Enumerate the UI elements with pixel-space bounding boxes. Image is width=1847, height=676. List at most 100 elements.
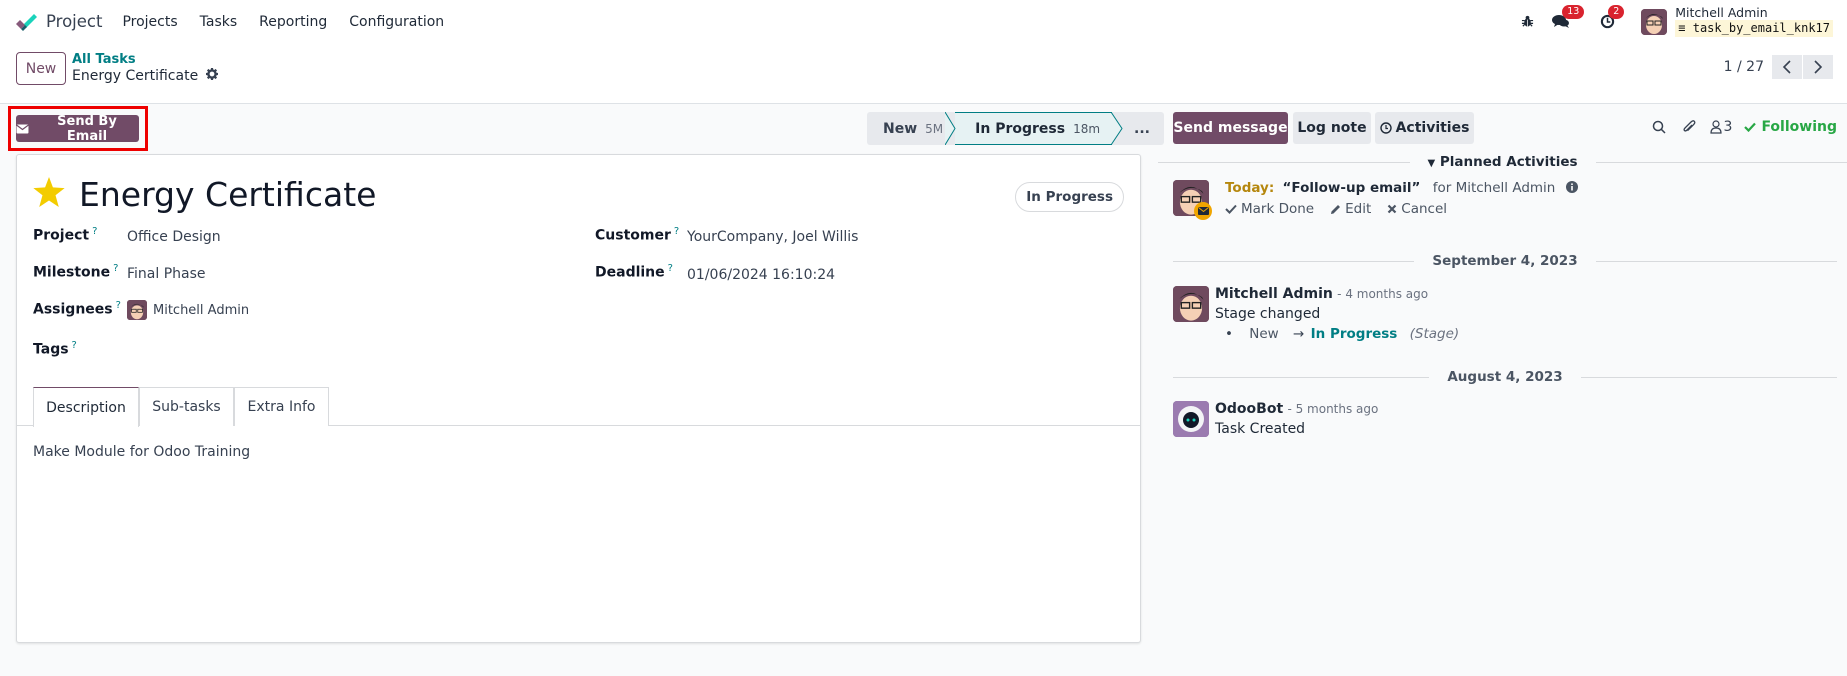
top-navbar: Project Projects Tasks Reporting Configu…: [0, 0, 1847, 43]
caret-down-icon: ▼: [1427, 158, 1436, 169]
check-icon: [1225, 204, 1237, 214]
stage-name: In Progress: [975, 120, 1066, 137]
help-icon[interactable]: ?: [668, 263, 673, 274]
odoobot-avatar[interactable]: [1173, 401, 1209, 437]
app-brand[interactable]: Project: [14, 12, 122, 32]
tags-input[interactable]: [127, 342, 527, 362]
following-label: Following: [1761, 119, 1837, 135]
date-separator: September 4, 2023: [1158, 251, 1847, 271]
deadline-label: Deadline?: [595, 263, 673, 281]
activities-label: Activities: [1395, 120, 1470, 136]
stage-duration: 18m: [1073, 121, 1101, 136]
database-name: ≡ task_by_email_knk17: [1675, 20, 1833, 37]
pager-value[interactable]: 1 / 27: [1724, 59, 1764, 75]
activity-name: “Follow-up email”: [1282, 180, 1421, 196]
log-note-button[interactable]: Log note: [1293, 112, 1371, 144]
activities-button[interactable]: Activities: [1375, 112, 1474, 144]
clock-icon: [1379, 122, 1392, 134]
tab-description[interactable]: Description: [33, 387, 139, 427]
tracking-field-name: (Stage): [1409, 326, 1460, 342]
tags-label: Tags?: [33, 340, 77, 358]
messaging-menu[interactable]: 13: [1552, 5, 1585, 29]
email-activity-icon: [1194, 202, 1212, 220]
following-button[interactable]: Following: [1744, 119, 1837, 135]
pager-previous-button[interactable]: [1772, 55, 1802, 79]
activity-assignee: for Mitchell Admin: [1432, 180, 1556, 196]
description-content[interactable]: Make Module for Odoo Training: [33, 444, 250, 460]
menu-reporting[interactable]: Reporting: [259, 14, 327, 30]
field-deadline: Deadline?: [595, 263, 673, 281]
followers-count: 3: [1723, 119, 1733, 135]
menu-projects[interactable]: Projects: [122, 14, 177, 30]
field-tags: Tags?: [33, 340, 77, 358]
edit-activity-button[interactable]: Edit: [1330, 201, 1371, 217]
customer-label: Customer?: [595, 226, 680, 244]
paperclip-icon: [1682, 120, 1695, 132]
send-by-email-button[interactable]: Send By Email: [16, 113, 139, 144]
message-date: - 4 months ago: [1337, 287, 1429, 301]
field-project: Project?: [33, 226, 97, 244]
project-label: Project?: [33, 226, 98, 244]
deadline-value[interactable]: 01/06/2024 16:10:24: [687, 267, 835, 283]
task-state-button[interactable]: In Progress: [1015, 182, 1124, 212]
search-messages-button[interactable]: [1652, 120, 1666, 134]
message-author[interactable]: Mitchell Admin: [1215, 286, 1333, 302]
message-author[interactable]: OdooBot: [1215, 401, 1283, 417]
messages-count-badge: 13: [1562, 5, 1585, 19]
control-panel: New All Tasks Energy Certificate 1 / 27: [0, 43, 1847, 104]
activity-menu[interactable]: 2: [1600, 5, 1625, 29]
planned-activities-separator[interactable]: ▼ Planned Activities: [1158, 152, 1847, 172]
database-icon: ≡: [1678, 21, 1686, 35]
followers-button[interactable]: 3: [1709, 119, 1733, 135]
user-icon: [1709, 120, 1722, 134]
activity-due: Today:: [1225, 180, 1275, 196]
stage-statusbar: New 5M In Progress 18m ...: [867, 112, 1165, 145]
planned-activities-toggle[interactable]: ▼ Planned Activities: [1410, 154, 1596, 170]
app-name[interactable]: Project: [46, 12, 102, 31]
pager-next-button[interactable]: [1803, 55, 1833, 79]
gear-icon[interactable]: [206, 68, 219, 84]
project-value[interactable]: Office Design: [127, 229, 221, 245]
task-title[interactable]: Energy Certificate: [79, 175, 376, 214]
assignee-avatar: [127, 300, 147, 320]
breadcrumb-all-tasks[interactable]: All Tasks: [72, 52, 136, 67]
info-icon[interactable]: [1565, 180, 1578, 196]
help-icon[interactable]: ?: [674, 226, 679, 237]
help-icon[interactable]: ?: [72, 340, 77, 351]
stage-in-progress[interactable]: In Progress 18m: [945, 112, 1123, 145]
arrow-right-icon: →: [1293, 326, 1305, 342]
tracking-old-value: New: [1249, 326, 1279, 342]
help-icon[interactable]: ?: [116, 300, 121, 311]
tab-extra-info[interactable]: Extra Info: [234, 387, 329, 426]
pager: 1 / 27: [1724, 55, 1833, 79]
cancel-activity-button[interactable]: Cancel: [1387, 201, 1447, 217]
chatter: Send message Log note Activities 3 Follo…: [1158, 104, 1847, 676]
chevron-left-icon: [1782, 60, 1791, 74]
send-message-button[interactable]: Send message: [1173, 112, 1288, 144]
assignee-tag[interactable]: Mitchell Admin: [127, 300, 249, 320]
date-label: August 4, 2023: [1447, 369, 1563, 385]
milestone-value[interactable]: Final Phase: [127, 266, 206, 282]
send-by-email-label: Send By Email: [57, 113, 117, 144]
mark-done-button[interactable]: Mark Done: [1225, 201, 1314, 217]
attachments-button[interactable]: [1682, 119, 1696, 135]
user-menu[interactable]: Mitchell Admin ≡ task_by_email_knk17: [1641, 6, 1833, 37]
date-label: September 4, 2023: [1432, 253, 1578, 269]
user-name: Mitchell Admin: [1675, 5, 1768, 20]
bug-icon: [1522, 15, 1534, 27]
stage-name: New: [883, 120, 918, 137]
assignee-name: Mitchell Admin: [153, 302, 250, 318]
tab-sub-tasks[interactable]: Sub-tasks: [139, 387, 234, 426]
customer-value[interactable]: YourCompany, Joel Willis: [687, 229, 858, 245]
help-icon[interactable]: ?: [92, 226, 97, 237]
menu-configuration[interactable]: Configuration: [349, 14, 444, 30]
new-button[interactable]: New: [16, 52, 66, 85]
stage-new[interactable]: New 5M: [867, 112, 955, 145]
author-avatar[interactable]: [1173, 286, 1209, 322]
star-icon[interactable]: [33, 176, 65, 213]
help-icon[interactable]: ?: [113, 263, 118, 274]
menu-tasks[interactable]: Tasks: [200, 14, 238, 30]
debug-menu[interactable]: [1521, 15, 1534, 28]
date-separator: August 4, 2023: [1158, 367, 1847, 387]
user-avatar: [1641, 8, 1668, 35]
